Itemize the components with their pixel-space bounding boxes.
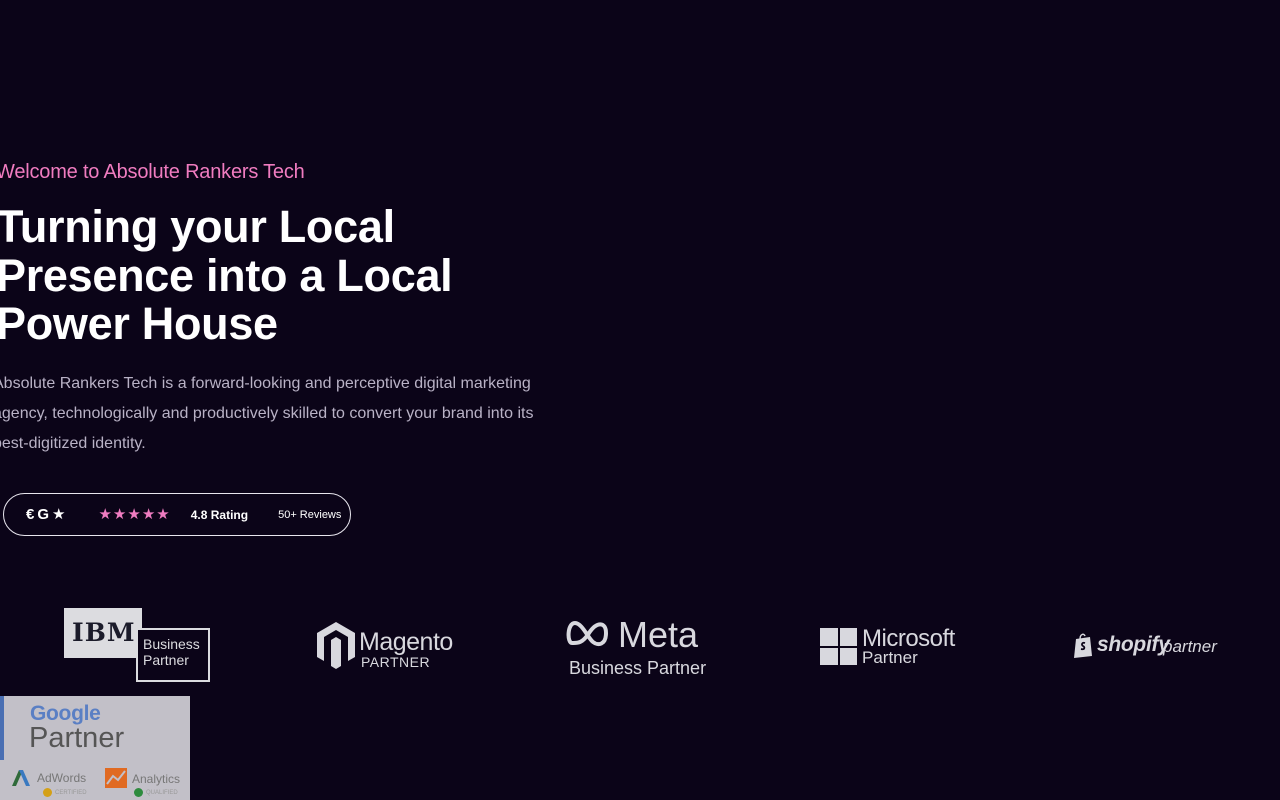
shopify-partner-logo: shopify partner — [1073, 632, 1223, 662]
review-platform-icons: € G ★ — [26, 507, 65, 522]
ibm-wordmark: IBM — [72, 618, 136, 647]
magento-wordmark: Magento — [359, 628, 453, 656]
certified-label: CERTIFIED — [55, 790, 87, 796]
rating-value: 4.8 Rating — [190, 507, 249, 522]
shopify-wordmark: shopify — [1097, 633, 1170, 656]
google-partner-label: Partner — [29, 722, 125, 754]
microsoft-windows-icon — [820, 628, 857, 665]
qualified-check-icon — [134, 788, 143, 797]
qualified-label: QUALIFIED — [146, 790, 178, 796]
ibm-partner-text: Business Partner — [143, 636, 200, 668]
hero-description: Absolute Rankers Tech is a forward-looki… — [0, 375, 534, 452]
meta-partner-logo: Meta Business Partner — [566, 614, 716, 680]
clutch-icon: € — [26, 506, 35, 523]
headline-line: Turning your Local — [0, 201, 395, 252]
certified-icon — [43, 788, 52, 797]
headline-line: Power House — [0, 298, 278, 349]
partner-logos: IBM Business Partner Magento PARTNER Met… — [0, 600, 1280, 696]
star-icon: ★ — [141, 506, 156, 523]
analytics-icon — [105, 768, 127, 788]
star-icon: ★ — [156, 506, 170, 523]
rating-badge[interactable]: € G ★ ★ ★ ★ ★ ★ 4.8 Rating 50+ Reviews — [3, 493, 351, 536]
google-icon: G — [37, 506, 50, 523]
rating-stars: ★ ★ ★ ★ ★ — [98, 507, 169, 522]
adwords-label: AdWords — [37, 771, 87, 785]
hero-eyebrow: Welcome to Absolute Rankers Tech — [0, 161, 305, 183]
review-count: 50+ Reviews — [278, 508, 342, 521]
ibm-business-label: Business — [143, 636, 200, 652]
star-icon: ★ — [52, 506, 66, 523]
hero-headline: Turning your Local Presence into a Local… — [0, 201, 556, 349]
ibm-partner-box: Business Partner — [136, 628, 210, 682]
star-icon: ★ — [98, 506, 112, 523]
microsoft-partner-label: Partner — [862, 648, 918, 667]
meta-infinity-icon — [566, 620, 609, 647]
shopify-bag-icon — [1074, 633, 1092, 658]
magento-icon — [317, 622, 355, 669]
meta-wordmark: Meta — [618, 614, 699, 655]
badge-stripe — [0, 696, 4, 760]
magento-partner-logo: Magento PARTNER — [315, 620, 465, 672]
ibm-partner-label: Partner — [143, 652, 189, 668]
star-icon: ★ — [112, 506, 127, 523]
meta-partner-label: Business Partner — [569, 658, 707, 678]
ibm-logo-block: IBM — [64, 608, 142, 658]
shopify-partner-label: partner — [1163, 637, 1217, 656]
ibm-partner-logo: IBM Business Partner — [64, 608, 210, 688]
adwords-icon — [12, 770, 30, 786]
hero-section: Welcome to Absolute Rankers Tech Turning… — [0, 0, 1280, 800]
microsoft-partner-logo: Microsoft Partner — [820, 625, 970, 667]
magento-partner-label: PARTNER — [361, 654, 431, 670]
google-partner-badge: Google Partner AdWords Analytics CERTIFI… — [0, 696, 190, 800]
analytics-label: Analytics — [132, 772, 181, 786]
headline-line: Presence into a Local — [0, 249, 453, 301]
star-icon: ★ — [127, 506, 141, 523]
